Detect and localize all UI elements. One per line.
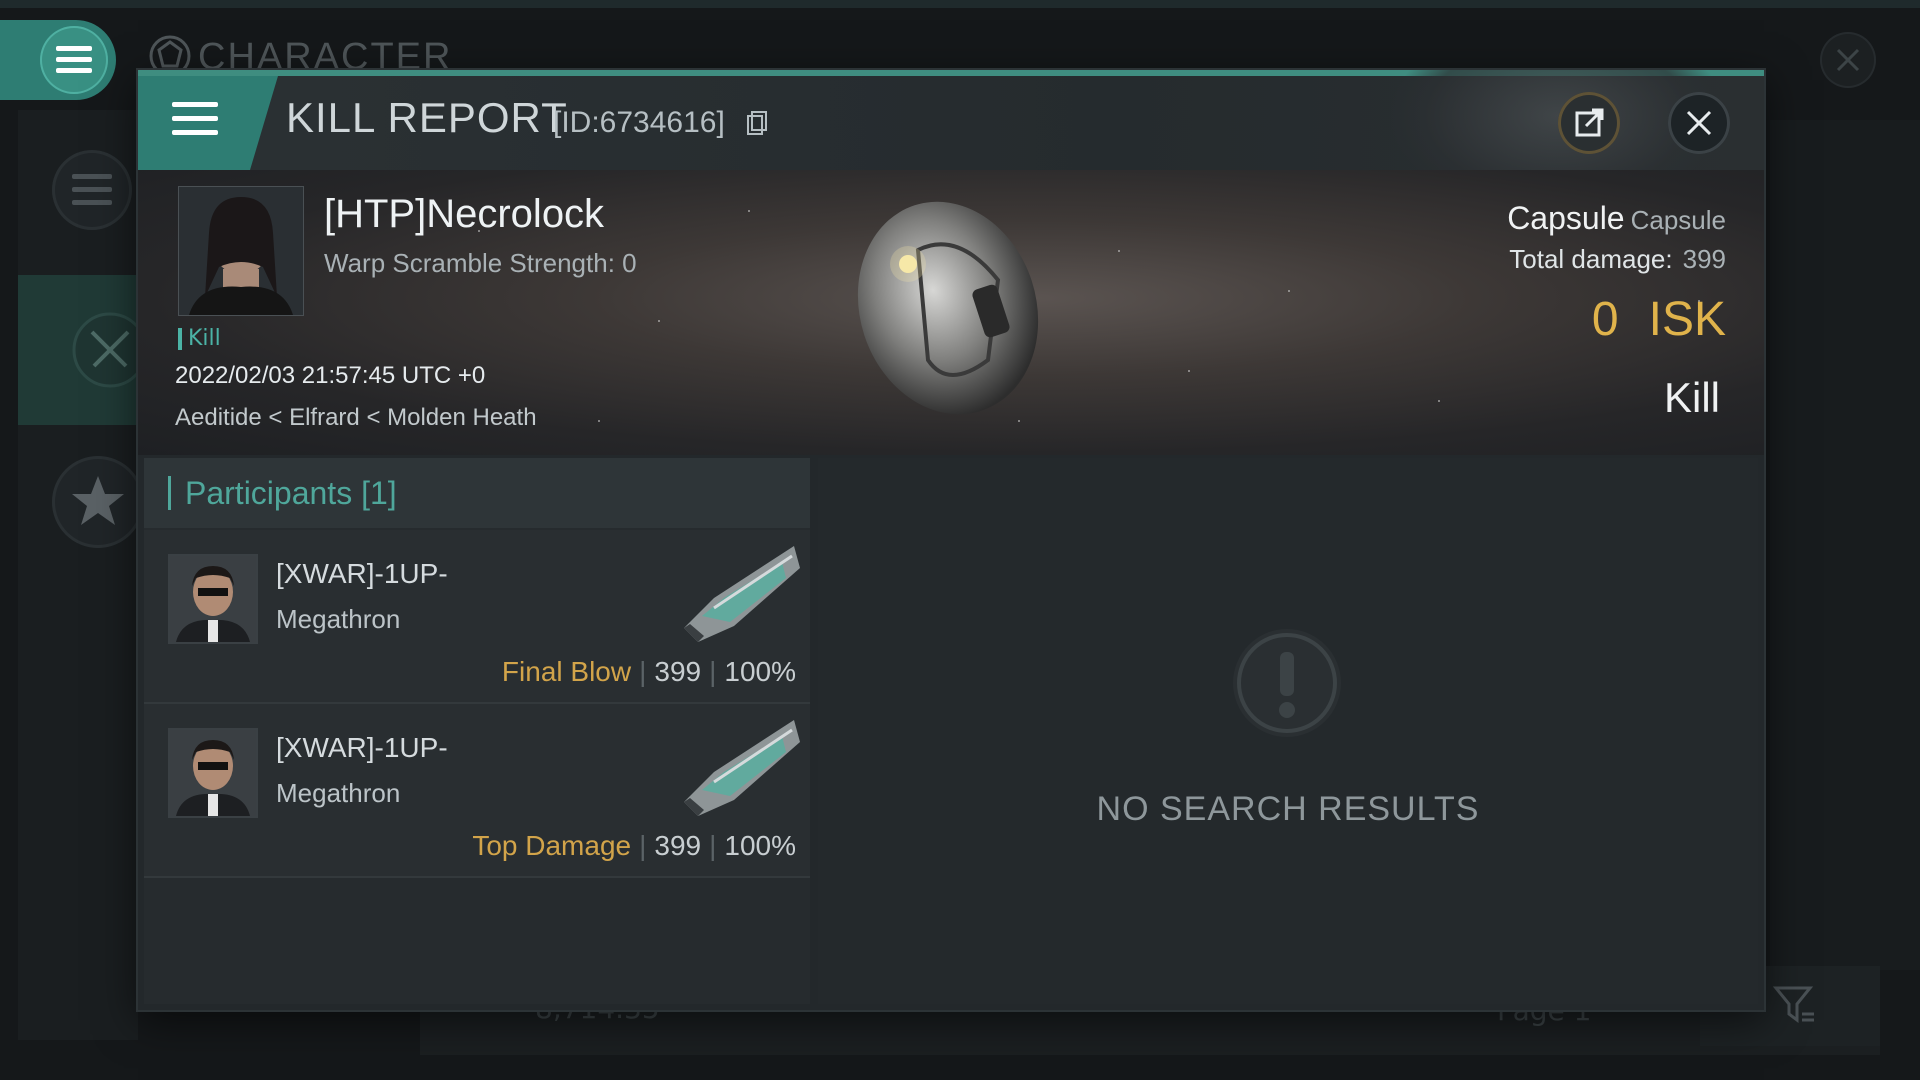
kill-location[interactable]: Aeditide < Elfrard < Molden Heath xyxy=(175,404,537,432)
filter-icon xyxy=(1772,986,1814,1023)
participants-panel: Participants [1] [XWAR]-1UP- Megathron F… xyxy=(144,458,810,1004)
isk-unit: ISK xyxy=(1648,293,1726,346)
total-damage-label: Total damage: xyxy=(1509,244,1673,274)
participants-tab[interactable]: Participants [1] xyxy=(144,458,810,528)
participant-stats: Final Blow | 399 | 100% xyxy=(502,656,796,688)
divider: | xyxy=(639,830,647,861)
warp-scramble-strength: Warp Scramble Strength: 0 xyxy=(324,248,637,278)
copy-icon[interactable] xyxy=(746,110,768,136)
divider: | xyxy=(639,656,647,687)
modal-title: KILL REPORT xyxy=(286,94,568,141)
menu-icon xyxy=(172,102,218,135)
isk-loss-value: 0 ISK xyxy=(1592,292,1726,347)
participant-damage: 399 xyxy=(654,830,702,861)
kill-report-modal: KILL REPORT [ID:6734616] [HTP]Necrolock … xyxy=(138,70,1764,1010)
star-icon xyxy=(72,476,124,525)
ship-group-name: Capsule xyxy=(1630,205,1726,235)
participant-role: Top Damage xyxy=(472,830,632,861)
participant-percent: 100% xyxy=(724,830,796,861)
kill-result-label: Kill xyxy=(1663,374,1720,421)
victim-name[interactable]: [HTP]Necrolock xyxy=(324,192,604,237)
participant-row[interactable]: [XWAR]-1UP- Megathron Top Damage | 399 | 100… xyxy=(144,704,810,878)
main-menu-button[interactable] xyxy=(0,20,116,100)
pilot-portrait-image xyxy=(179,187,303,315)
capsule-ship-image xyxy=(857,201,1039,415)
external-link-icon xyxy=(1575,108,1604,137)
background-close-button[interactable] xyxy=(1820,32,1876,88)
participant-damage: 399 xyxy=(654,656,702,687)
megathron-ship-image xyxy=(684,720,800,816)
no-results-message: NO SEARCH RESULTS xyxy=(1096,790,1480,828)
kill-datetime: 2022/02/03 21:57:45 UTC +0 xyxy=(175,362,486,389)
fitting-results-panel: NO SEARCH RESULTS xyxy=(818,458,1758,1004)
menu-icon xyxy=(72,174,112,205)
menu-icon xyxy=(56,46,92,73)
kill-report-id: [ID:6734616] xyxy=(553,106,725,139)
share-button[interactable] xyxy=(1558,92,1620,154)
close-icon xyxy=(1686,110,1712,136)
participants-header: Participants [1] xyxy=(168,476,397,510)
exclamation-icon xyxy=(1233,629,1341,737)
ship-type-name: Capsule xyxy=(1507,200,1625,236)
participant-stats: Top Damage | 399 | 100% xyxy=(472,830,796,862)
participant-role: Final Blow xyxy=(501,656,632,687)
participant-row[interactable]: [XWAR]-1UP- Megathron Final Blow | 399 | 100… xyxy=(144,530,810,704)
top-status-line xyxy=(0,0,1920,8)
participant-name[interactable]: [XWAR]-1UP- xyxy=(276,558,448,590)
close-button[interactable] xyxy=(1668,92,1730,154)
isk-amount: 0 xyxy=(1591,293,1619,346)
sidebar-item-favorites[interactable] xyxy=(52,456,144,548)
participant-ship: Megathron xyxy=(276,604,401,634)
background-right-panel xyxy=(1770,120,1920,970)
side-navigation xyxy=(18,110,138,1040)
divider: | xyxy=(709,656,717,687)
victim-ship-type[interactable]: Capsule Capsule xyxy=(1507,200,1726,237)
total-damage: Total damage: 399 xyxy=(1509,244,1726,275)
divider: | xyxy=(709,830,717,861)
participant-ship: Megathron xyxy=(276,778,401,808)
megathron-ship-image xyxy=(684,546,800,642)
participant-portrait[interactable] xyxy=(168,728,258,818)
main-menu-circle xyxy=(40,26,108,94)
close-icon xyxy=(1836,48,1860,72)
pilot-portrait-image xyxy=(170,556,256,642)
pilot-portrait-image xyxy=(170,730,256,816)
participant-portrait[interactable] xyxy=(168,554,258,644)
kill-type-tag: Kill xyxy=(178,328,221,350)
victim-banner: [HTP]Necrolock Warp Scramble Strength: 0… xyxy=(138,170,1764,455)
victim-portrait[interactable] xyxy=(178,186,304,316)
participant-percent: 100% xyxy=(724,656,796,687)
sidebar-menu-button[interactable] xyxy=(52,150,132,230)
total-damage-value: 399 xyxy=(1682,244,1726,274)
sidebar-item-combat[interactable] xyxy=(18,275,148,425)
participant-name[interactable]: [XWAR]-1UP- xyxy=(276,732,448,764)
